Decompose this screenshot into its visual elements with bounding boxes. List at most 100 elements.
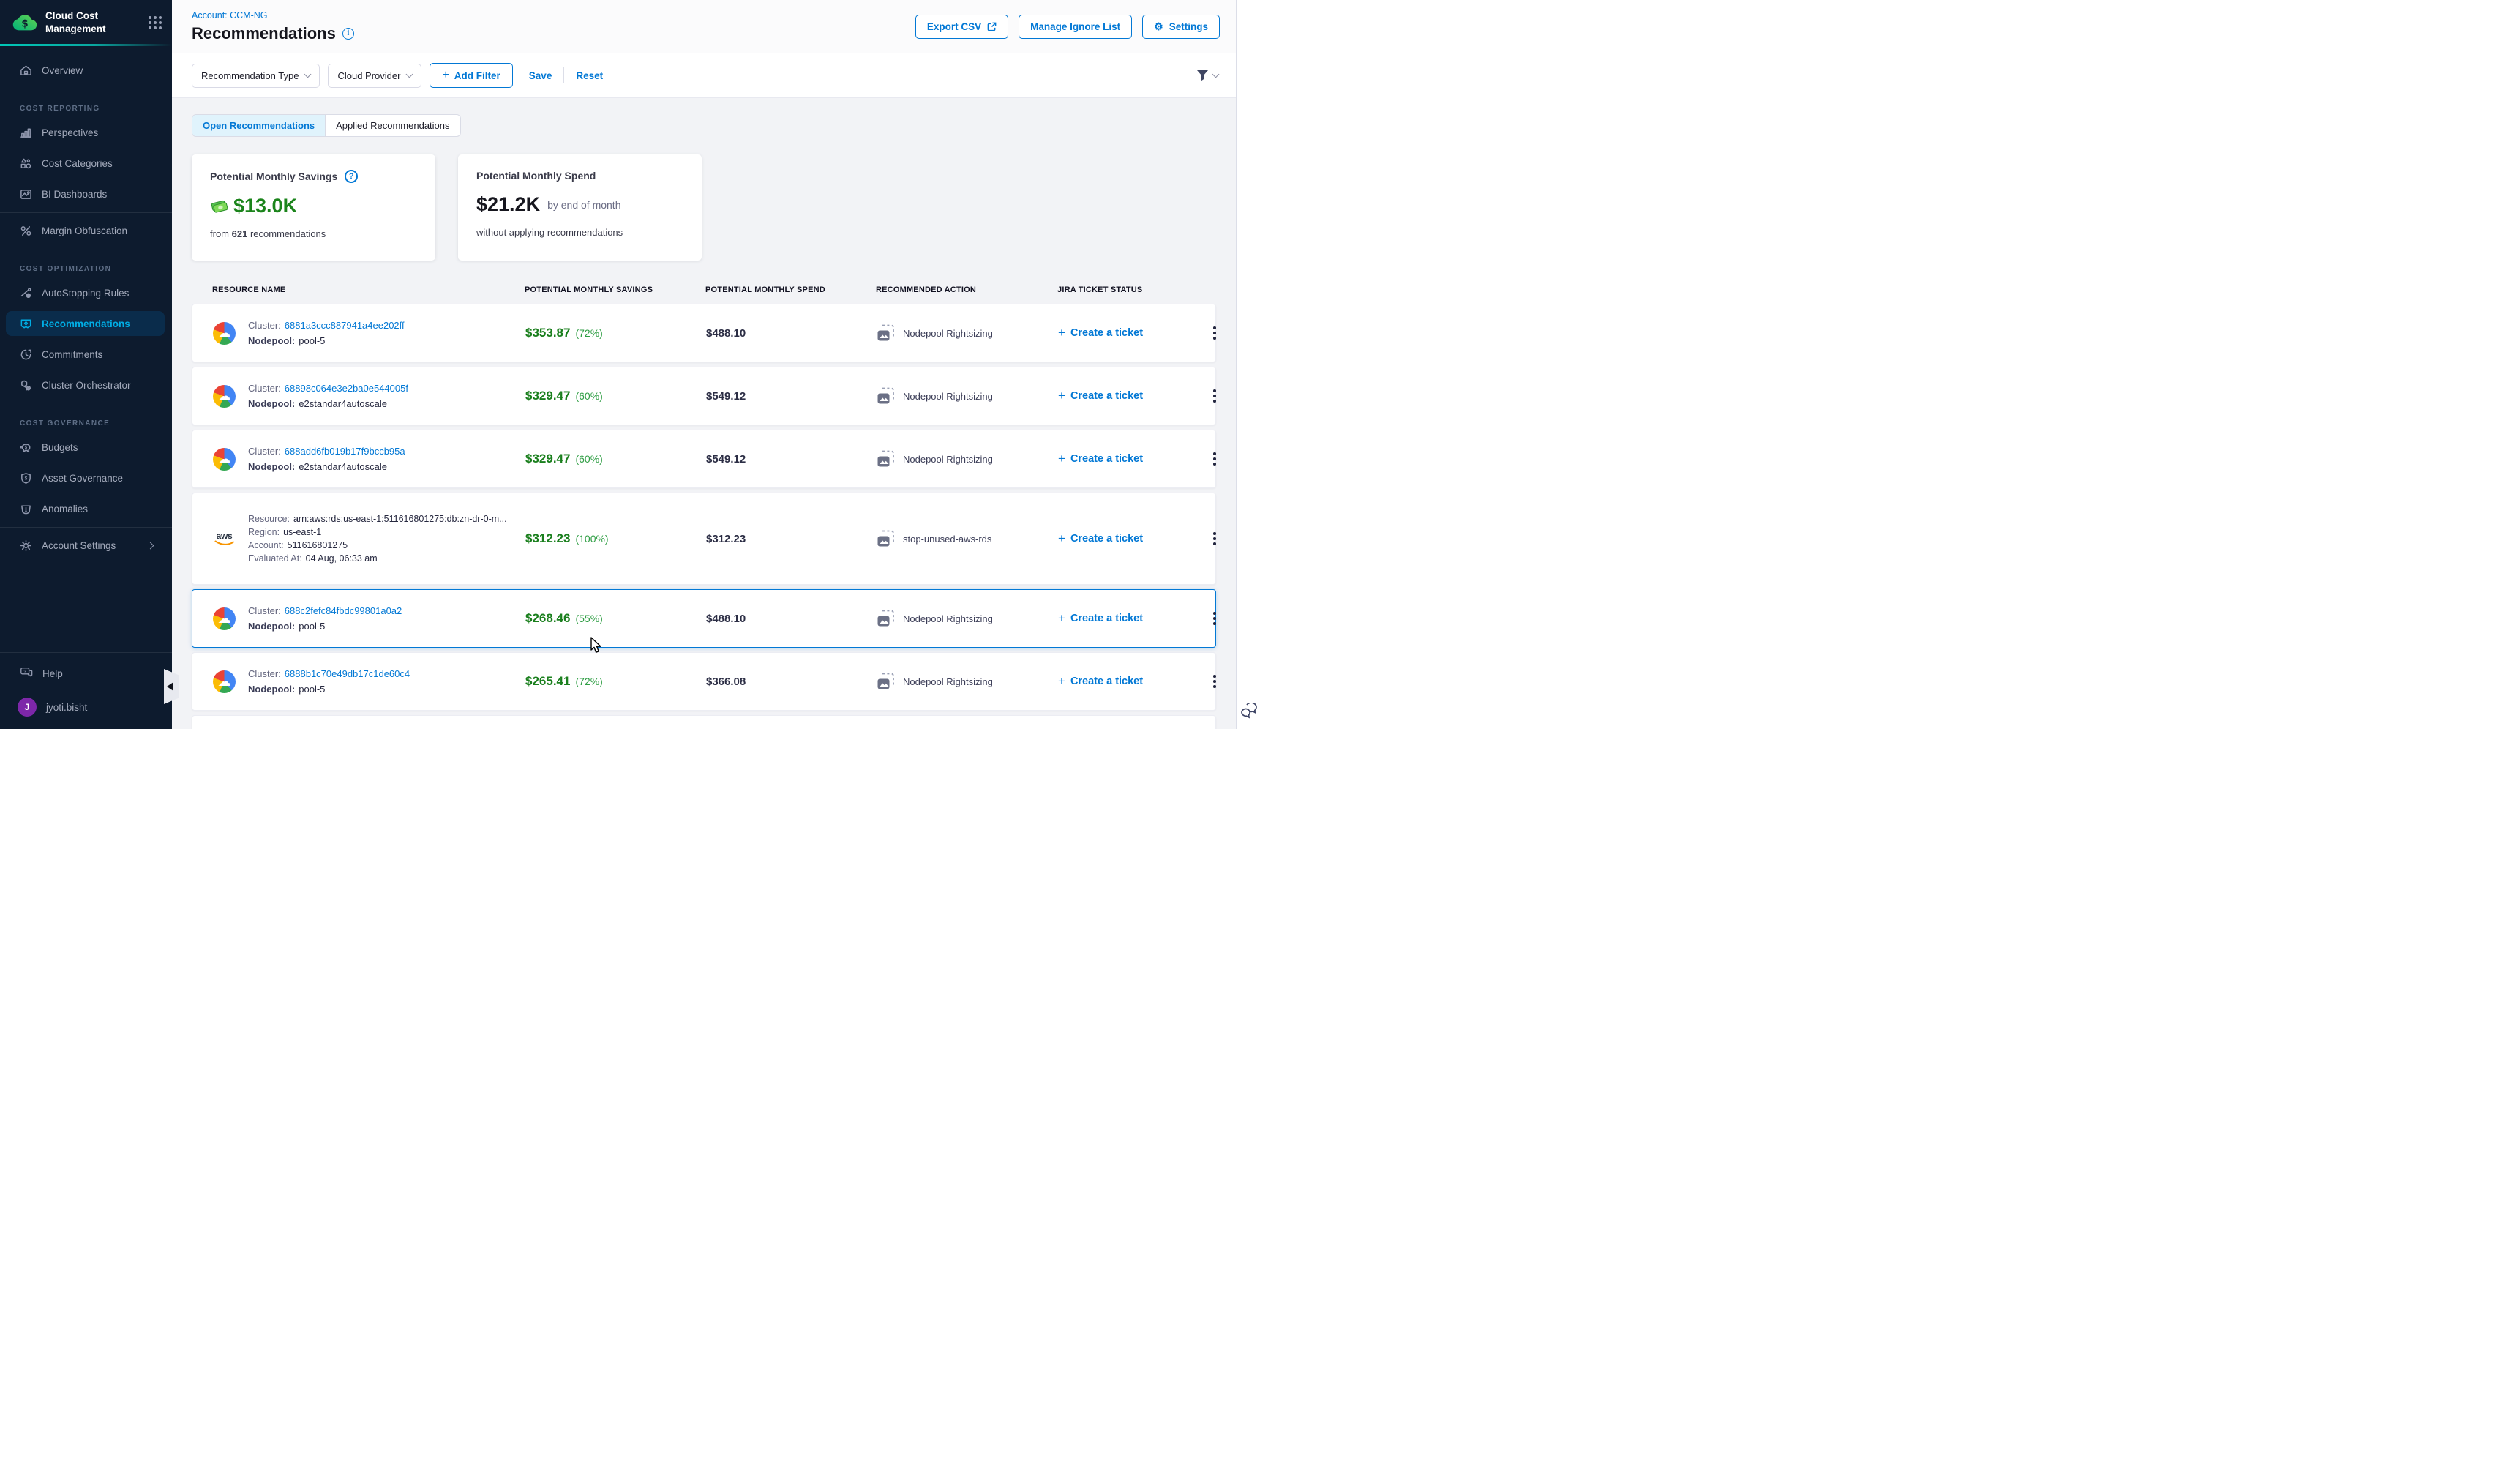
sidebar-item-asset-governance[interactable]: $ Asset Governance bbox=[0, 466, 165, 490]
resource-line-value: arn:aws:rds:us-east-1:511616801275:db:zn… bbox=[293, 514, 507, 524]
sidebar-item-cost-categories[interactable]: Cost Categories bbox=[0, 151, 165, 176]
commitments-icon bbox=[20, 348, 32, 361]
chat-bubbles-icon[interactable] bbox=[1240, 703, 1258, 719]
filter-panel-toggle[interactable] bbox=[1196, 70, 1218, 81]
info-icon[interactable]: i bbox=[342, 28, 354, 40]
spend-subtext: without applying recommendations bbox=[476, 227, 683, 238]
resource-line-label: Evaluated At: bbox=[248, 553, 302, 564]
cluster-link[interactable]: 688c2fefc84fbdc99801a0a2 bbox=[285, 605, 402, 616]
aws-icon: aws bbox=[213, 531, 236, 547]
resource-line: Nodepool:pool-5 bbox=[248, 621, 402, 632]
create-ticket-button[interactable]: + Create a ticket bbox=[1058, 674, 1143, 689]
sidebar-item-overview[interactable]: Overview bbox=[0, 58, 165, 83]
create-ticket-button[interactable]: + Create a ticket bbox=[1058, 389, 1143, 403]
row-spend-value: $488.10 bbox=[706, 327, 877, 340]
reset-filter-button[interactable]: Reset bbox=[576, 70, 603, 81]
sidebar-header: $ Cloud Cost Management bbox=[0, 0, 172, 44]
sidebar-item-cluster-orchestrator[interactable]: Cluster Orchestrator bbox=[0, 373, 165, 397]
sidebar-item-anomalies[interactable]: Anomalies bbox=[0, 496, 165, 521]
breadcrumb[interactable]: Account: CCM-NG bbox=[192, 10, 354, 20]
sidebar-section-heading: COST GOVERNANCE bbox=[0, 403, 172, 435]
table-row[interactable]: ☁ Cluster:6886e92f59a48cad86b5b1c6 $244.… bbox=[192, 715, 1216, 729]
resource-line: Nodepool:e2standar4autoscale bbox=[248, 461, 405, 472]
add-filter-button[interactable]: + Add Filter bbox=[430, 63, 512, 88]
recommended-action-label: Nodepool Rightsizing bbox=[903, 676, 993, 687]
cluster-link[interactable]: 68898c064e3e2ba0e544005f bbox=[285, 383, 408, 394]
save-filter-button[interactable]: Save bbox=[529, 70, 552, 81]
cloud-provider-dropdown[interactable]: Cloud Provider bbox=[328, 64, 421, 88]
resource-line-value: pool-5 bbox=[299, 684, 325, 695]
row-savings-percent: (55%) bbox=[575, 613, 602, 624]
gcp-cloud-icon: ☁ bbox=[213, 322, 236, 345]
sidebar-item-bi-dashboards[interactable]: BI Dashboards bbox=[0, 182, 165, 206]
rightsizing-action-icon bbox=[877, 529, 896, 548]
row-savings-value: $329.47 bbox=[525, 452, 570, 466]
user-menu[interactable]: J jyoti.bisht bbox=[0, 695, 172, 719]
row-menu-button[interactable] bbox=[1209, 528, 1220, 550]
rightsizing-action-icon bbox=[877, 449, 896, 468]
sidebar-item-budgets[interactable]: $ Budgets bbox=[0, 435, 165, 460]
tab-open-recommendations[interactable]: Open Recommendations bbox=[192, 115, 326, 136]
sidebar-item-recommendations[interactable]: Recommendations bbox=[6, 311, 165, 336]
sidebar-item-commitments[interactable]: Commitments bbox=[0, 342, 165, 367]
recommendation-type-dropdown[interactable]: Recommendation Type bbox=[192, 64, 320, 88]
right-rail bbox=[1236, 0, 1260, 729]
export-csv-button[interactable]: Export CSV bbox=[915, 15, 1008, 39]
sidebar-item-label: AutoStopping Rules bbox=[42, 288, 129, 299]
column-header: POTENTIAL MONTHLY SPEND bbox=[705, 285, 876, 294]
row-savings-value: $353.87 bbox=[525, 326, 570, 340]
create-ticket-button[interactable]: + Create a ticket bbox=[1058, 531, 1143, 546]
create-ticket-button[interactable]: + Create a ticket bbox=[1058, 452, 1143, 466]
table-row[interactable]: ☁ Cluster:6881a3ccc887941a4ee202ff Nodep… bbox=[192, 304, 1216, 362]
question-icon[interactable]: ? bbox=[345, 170, 358, 183]
row-savings-percent: (100%) bbox=[575, 533, 608, 545]
app-switcher-icon[interactable] bbox=[149, 16, 162, 29]
sidebar-item-label: Commitments bbox=[42, 349, 102, 360]
row-savings-percent: (72%) bbox=[575, 327, 602, 339]
gcp-cloud-icon: ☁ bbox=[213, 670, 236, 693]
row-menu-button[interactable] bbox=[1209, 670, 1220, 692]
resource-line-label: Resource: bbox=[248, 514, 290, 524]
money-icon bbox=[210, 199, 228, 213]
sidebar-item-perspectives[interactable]: Perspectives bbox=[0, 120, 165, 145]
sidebar-item-account-settings[interactable]: Account Settings bbox=[0, 533, 165, 558]
resource-line: Nodepool: pool-5 bbox=[248, 684, 410, 695]
cluster-icon bbox=[20, 379, 32, 392]
svg-text:$: $ bbox=[25, 476, 28, 481]
resource-line-label: Nodepool: bbox=[248, 684, 295, 695]
sidebar-item-label: Cluster Orchestrator bbox=[42, 380, 131, 391]
table-row[interactable]: ☁ Cluster:68898c064e3e2ba0e544005f Nodep… bbox=[192, 367, 1216, 425]
table-row[interactable]: ☁ Cluster:6888b1c70e49db17c1de60c4 Nodep… bbox=[192, 652, 1216, 711]
plus-icon: + bbox=[1058, 452, 1065, 466]
resource-line: Cluster: 688add6fb019b17f9bccb95a bbox=[248, 446, 405, 457]
resource-line: Nodepool:e2standar4autoscale bbox=[248, 398, 408, 409]
recommended-action-label: stop-unused-aws-rds bbox=[903, 534, 991, 545]
row-menu-button[interactable] bbox=[1209, 608, 1220, 629]
table-row[interactable]: ☁ Cluster:688add6fb019b17f9bccb95a Nodep… bbox=[192, 430, 1216, 488]
resource-line-label: Cluster: bbox=[248, 446, 281, 457]
gcp-cloud-icon: ☁ bbox=[213, 608, 236, 630]
filter-funnel-icon bbox=[1196, 70, 1209, 81]
settings-button[interactable]: ⚙ Settings bbox=[1142, 15, 1220, 39]
row-menu-button[interactable] bbox=[1209, 385, 1220, 407]
sidebar-item-help[interactable]: ? Help bbox=[0, 662, 172, 685]
resource-line-label: Region: bbox=[248, 527, 280, 537]
table-row[interactable]: aws Resource:arn:aws:rds:us-east-1:51161… bbox=[192, 493, 1216, 585]
recommended-action-label: Nodepool Rightsizing bbox=[903, 391, 993, 402]
sidebar-item-autostopping-rules[interactable]: AutoStopping Rules bbox=[0, 280, 165, 305]
create-ticket-button[interactable]: + Create a ticket bbox=[1058, 611, 1143, 626]
resource-line: Cluster:688c2fefc84fbdc99801a0a2 bbox=[248, 605, 402, 616]
row-savings-value: $268.46 bbox=[525, 611, 570, 625]
create-ticket-button[interactable]: + Create a ticket bbox=[1058, 326, 1143, 340]
table-row[interactable]: ☁ Cluster:688c2fefc84fbdc99801a0a2 Nodep… bbox=[192, 589, 1216, 648]
cluster-link[interactable]: 6888b1c70e49db17c1de60c4 bbox=[285, 668, 410, 679]
tab-applied-recommendations[interactable]: Applied Recommendations bbox=[326, 115, 460, 136]
app-title: Cloud Cost Management bbox=[45, 10, 141, 35]
row-menu-button[interactable] bbox=[1209, 448, 1220, 470]
sidebar-item-margin-obfuscation[interactable]: Margin Obfuscation bbox=[0, 218, 165, 243]
cluster-link[interactable]: 688add6fb019b17f9bccb95a bbox=[285, 446, 405, 457]
resource-line-label: Cluster: bbox=[248, 383, 281, 394]
manage-ignore-list-button[interactable]: Manage Ignore List bbox=[1019, 15, 1132, 39]
row-menu-button[interactable] bbox=[1209, 322, 1220, 344]
cluster-link[interactable]: 6881a3ccc887941a4ee202ff bbox=[285, 320, 405, 331]
